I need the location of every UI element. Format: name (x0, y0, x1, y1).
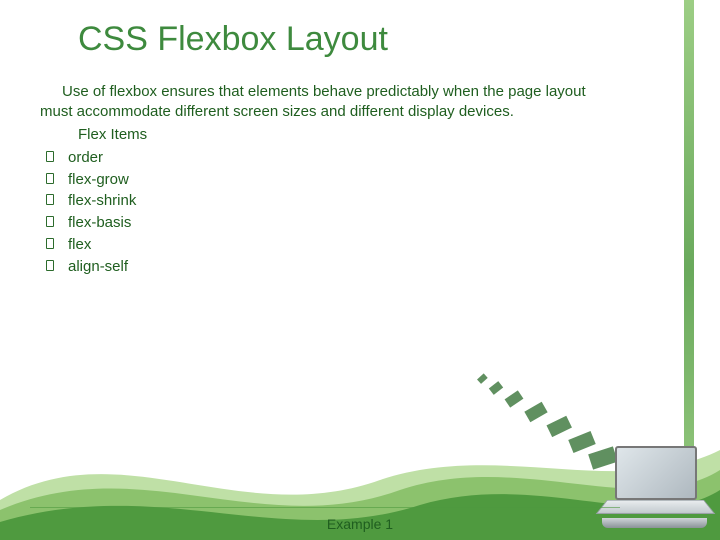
slide: CSS Flexbox Layout Use of flexbox ensure… (0, 0, 720, 540)
list-item: order (40, 147, 620, 169)
footer-label: Example 1 (0, 516, 720, 532)
list-item: flex-shrink (40, 190, 620, 212)
footer-divider (30, 507, 620, 508)
list-item: flex-basis (40, 212, 620, 234)
slide-body: Use of flexbox ensures that elements beh… (40, 82, 620, 277)
list-item: align-self (40, 256, 620, 278)
intro-paragraph: Use of flexbox ensures that elements beh… (40, 82, 620, 123)
flex-items-list: order flex-grow flex-shrink flex-basis f… (40, 147, 620, 278)
list-item: flex (40, 234, 620, 256)
laptop-decor (597, 446, 712, 526)
slide-title: CSS Flexbox Layout (78, 20, 388, 59)
list-item: flex-grow (40, 169, 620, 191)
subheading: Flex Items (40, 125, 620, 145)
